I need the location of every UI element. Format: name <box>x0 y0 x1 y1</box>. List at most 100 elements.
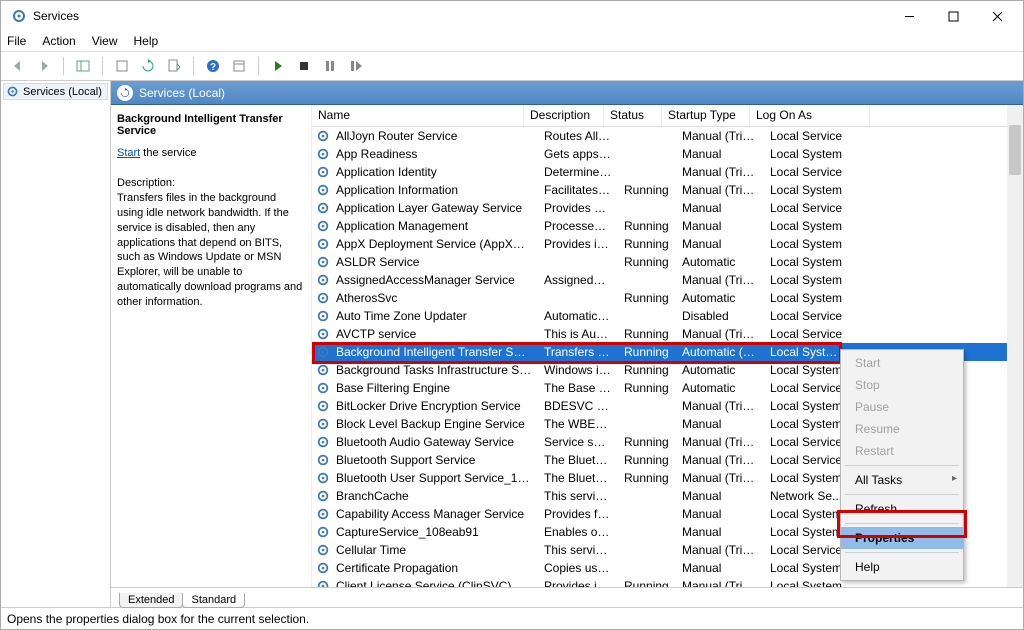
cell-name: AVCTP service <box>330 327 538 341</box>
menu-view[interactable]: View <box>92 34 118 48</box>
pause-service-button[interactable] <box>319 55 341 77</box>
cell-startup: Manual (Trigg... <box>676 435 764 449</box>
selected-service-name: Background Intelligent Transfer Service <box>117 113 305 137</box>
maximize-button[interactable] <box>931 1 975 31</box>
detail-header: Services (Local) <box>111 81 1023 105</box>
col-startup[interactable]: Startup Type <box>662 105 750 126</box>
cell-name: AllJoyn Router Service <box>330 129 538 143</box>
back-button[interactable] <box>7 55 29 77</box>
cell-logon: Local System <box>764 219 854 233</box>
cell-name: Bluetooth Audio Gateway Service <box>330 435 538 449</box>
col-description[interactable]: Description <box>524 105 604 126</box>
cell-description: Gets apps re... <box>538 147 618 161</box>
ctx-separator <box>845 494 959 495</box>
cell-description: Determines ... <box>538 165 618 179</box>
ctx-resume[interactable]: Resume <box>841 418 963 440</box>
service-row[interactable]: Application ManagementProcesses in...Run… <box>312 217 1023 235</box>
cell-status: Running <box>618 327 676 341</box>
cell-startup: Automatic <box>676 291 764 305</box>
tree-pane: Services (Local) <box>1 81 111 607</box>
stop-service-button[interactable] <box>293 55 315 77</box>
export-list-button[interactable] <box>163 55 185 77</box>
statusbar-text: Opens the properties dialog box for the … <box>7 612 309 626</box>
help-button[interactable]: ? <box>202 55 224 77</box>
view-tabs: Extended Standard <box>111 587 1023 607</box>
col-logon[interactable]: Log On As <box>750 105 870 126</box>
service-row[interactable]: Auto Time Zone UpdaterAutomaticall...Dis… <box>312 307 1023 325</box>
cell-status: Running <box>618 237 676 251</box>
menu-file[interactable]: File <box>7 34 26 48</box>
cell-name: BranchCache <box>330 489 538 503</box>
close-button[interactable] <box>975 1 1019 31</box>
cell-startup: Manual <box>676 237 764 251</box>
cell-name: Client License Service (ClipSVC) <box>330 579 538 587</box>
restart-service-button[interactable] <box>345 55 367 77</box>
refresh-button[interactable] <box>137 55 159 77</box>
cell-name: Auto Time Zone Updater <box>330 309 538 323</box>
refresh-icon[interactable] <box>117 85 133 101</box>
cell-name: Background Tasks Infrastructure Servi... <box>330 363 538 377</box>
service-row[interactable]: Application InformationFacilitates th...… <box>312 181 1023 199</box>
start-service-button[interactable] <box>267 55 289 77</box>
service-row[interactable]: AtherosSvcRunningAutomaticLocal System <box>312 289 1023 307</box>
cell-name: Certificate Propagation <box>330 561 538 575</box>
service-row[interactable]: ASLDR ServiceRunningAutomaticLocal Syste… <box>312 253 1023 271</box>
cell-startup: Automatic <box>676 363 764 377</box>
ctx-help[interactable]: Help <box>841 556 963 578</box>
svg-text:?: ? <box>210 62 216 73</box>
cell-name: Cellular Time <box>330 543 538 557</box>
cell-logon: Local System <box>764 147 854 161</box>
cell-status: Running <box>618 219 676 233</box>
app-icon <box>11 8 27 24</box>
ctx-start[interactable]: Start <box>841 352 963 374</box>
cell-name: Application Management <box>330 219 538 233</box>
service-row[interactable]: AppX Deployment Service (AppXSVC)Provide… <box>312 235 1023 253</box>
service-row[interactable]: Application Layer Gateway ServiceProvide… <box>312 199 1023 217</box>
cell-description: The WBENGI... <box>538 417 618 431</box>
cell-description: Processes in... <box>538 219 618 233</box>
minimize-button[interactable] <box>887 1 931 31</box>
cell-startup: Manual (Trigg... <box>676 471 764 485</box>
ctx-properties[interactable]: Properties <box>841 527 963 549</box>
start-service-link[interactable]: Start <box>117 147 140 159</box>
cell-description: Provides faci... <box>538 507 618 521</box>
cell-logon: Local Service <box>764 201 854 215</box>
ctx-all-tasks[interactable]: All Tasks <box>841 469 963 491</box>
cell-startup: Manual <box>676 525 764 539</box>
menubar: File Action View Help <box>1 31 1023 51</box>
cell-name: Block Level Backup Engine Service <box>330 417 538 431</box>
cell-description: The Base Filt... <box>538 381 618 395</box>
cell-status: Running <box>618 183 676 197</box>
cell-status: Running <box>618 579 676 587</box>
menu-action[interactable]: Action <box>42 34 75 48</box>
forward-button[interactable] <box>33 55 55 77</box>
show-hide-tree-button[interactable] <box>72 55 94 77</box>
service-row[interactable]: AVCTP serviceThis is Audio...RunningManu… <box>312 325 1023 343</box>
ctx-stop[interactable]: Stop <box>841 374 963 396</box>
export-button[interactable] <box>111 55 133 77</box>
ctx-separator <box>845 465 959 466</box>
col-status[interactable]: Status <box>604 105 662 126</box>
service-row[interactable]: AllJoyn Router ServiceRoutes AllJo...Man… <box>312 127 1023 145</box>
window-title: Services <box>33 9 79 23</box>
service-row[interactable]: AssignedAccessManager ServiceAssignedAcc… <box>312 271 1023 289</box>
tab-standard[interactable]: Standard <box>182 593 245 608</box>
cell-description: Transfers file... <box>538 345 618 359</box>
properties-button[interactable] <box>228 55 250 77</box>
tree-root-item[interactable]: Services (Local) <box>3 83 108 100</box>
menu-help[interactable]: Help <box>134 34 159 48</box>
ctx-refresh[interactable]: Refresh <box>841 498 963 520</box>
scrollbar-thumb[interactable] <box>1009 125 1021 175</box>
ctx-restart[interactable]: Restart <box>841 440 963 462</box>
vertical-scrollbar[interactable] <box>1007 105 1023 587</box>
col-name[interactable]: Name <box>312 105 524 126</box>
ctx-pause[interactable]: Pause <box>841 396 963 418</box>
cell-name: AtherosSvc <box>330 291 538 305</box>
tab-extended[interactable]: Extended <box>119 593 183 608</box>
cell-description: BDESVC hos... <box>538 399 618 413</box>
cell-status: Running <box>618 255 676 269</box>
service-row[interactable]: App ReadinessGets apps re...ManualLocal … <box>312 145 1023 163</box>
statusbar: Opens the properties dialog box for the … <box>1 607 1023 629</box>
cell-name: ASLDR Service <box>330 255 538 269</box>
service-row[interactable]: Application IdentityDetermines ...Manual… <box>312 163 1023 181</box>
